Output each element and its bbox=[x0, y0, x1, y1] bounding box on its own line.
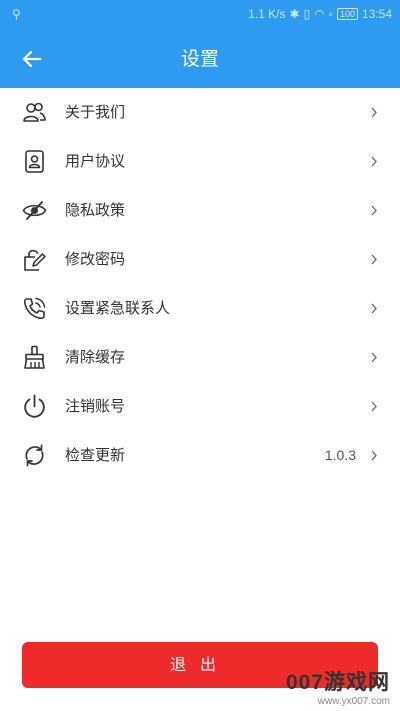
settings-list: 关于我们 用户协议 隐私政策 修改密码 设置紧急联系人 清除缓存 注销账号 检查… bbox=[0, 88, 400, 480]
chevron-right-icon bbox=[371, 254, 377, 265]
usb-icon: ⚲ bbox=[12, 7, 21, 21]
chevron-right-icon bbox=[371, 450, 377, 461]
phone-call-icon bbox=[23, 297, 46, 320]
menu-item-label: 清除缓存 bbox=[65, 348, 126, 366]
watermark-logo: 007游戏网 bbox=[285, 671, 390, 694]
menu-item-label: 关于我们 bbox=[65, 103, 126, 121]
time: 13:54 bbox=[361, 7, 392, 21]
people-icon bbox=[23, 102, 46, 122]
chevron-right-icon bbox=[371, 401, 377, 412]
menu-item-change-password[interactable]: 修改密码 bbox=[0, 235, 400, 284]
menu-item-label: 修改密码 bbox=[65, 250, 126, 268]
vibrate-icon: ▯ bbox=[303, 7, 311, 21]
chevron-right-icon bbox=[371, 352, 377, 363]
menu-item-clear-cache[interactable]: 清除缓存 bbox=[0, 333, 400, 382]
menu-item-label: 检查更新 bbox=[65, 446, 126, 464]
app-version: 1.0.3 bbox=[324, 447, 356, 463]
eye-off-icon bbox=[22, 201, 47, 220]
status-bar-right: 1.1 K/s ✱ ▯ ◠ ▫ 100 13:54 bbox=[248, 7, 392, 21]
battery-level: 100 bbox=[336, 8, 358, 20]
menu-item-label: 设置紧急联系人 bbox=[65, 299, 171, 317]
menu-item-user-agreement[interactable]: 用户协议 bbox=[0, 137, 400, 186]
power-icon bbox=[24, 394, 45, 418]
menu-item-emergency-contact[interactable]: 设置紧急联系人 bbox=[0, 284, 400, 333]
menu-item-delete-account[interactable]: 注销账号 bbox=[0, 382, 400, 431]
menu-item-label: 隐私政策 bbox=[65, 201, 126, 219]
user-card-icon bbox=[25, 150, 44, 173]
chevron-right-icon bbox=[371, 107, 377, 118]
page-title: 设置 bbox=[180, 48, 219, 70]
wifi-icon: ◠ bbox=[314, 7, 325, 21]
watermark-url: www.yx007.com bbox=[317, 696, 390, 707]
broom-icon bbox=[24, 345, 45, 369]
menu-item-about-us[interactable]: 关于我们 bbox=[0, 88, 400, 137]
menu-item-check-update[interactable]: 检查更新 1.0.3 bbox=[0, 431, 400, 480]
chevron-right-icon bbox=[371, 205, 377, 216]
status-bar: ⚲ 1.1 K/s ✱ ▯ ◠ ▫ 100 13:54 bbox=[0, 0, 400, 30]
watermark: 007游戏网 www.yx007.com bbox=[286, 666, 390, 707]
chevron-right-icon bbox=[371, 156, 377, 167]
header: 设置 bbox=[0, 30, 400, 88]
sim-icon: ▫ bbox=[328, 7, 333, 21]
refresh-icon bbox=[25, 444, 44, 467]
chevron-right-icon bbox=[371, 303, 377, 314]
lock-edit-icon bbox=[24, 249, 46, 271]
menu-item-label: 用户协议 bbox=[65, 152, 126, 170]
menu-item-label: 注销账号 bbox=[65, 397, 126, 415]
bluetooth-icon: ✱ bbox=[289, 7, 300, 21]
network-speed: 1.1 K/s bbox=[248, 7, 286, 21]
menu-item-privacy-policy[interactable]: 隐私政策 bbox=[0, 186, 400, 235]
